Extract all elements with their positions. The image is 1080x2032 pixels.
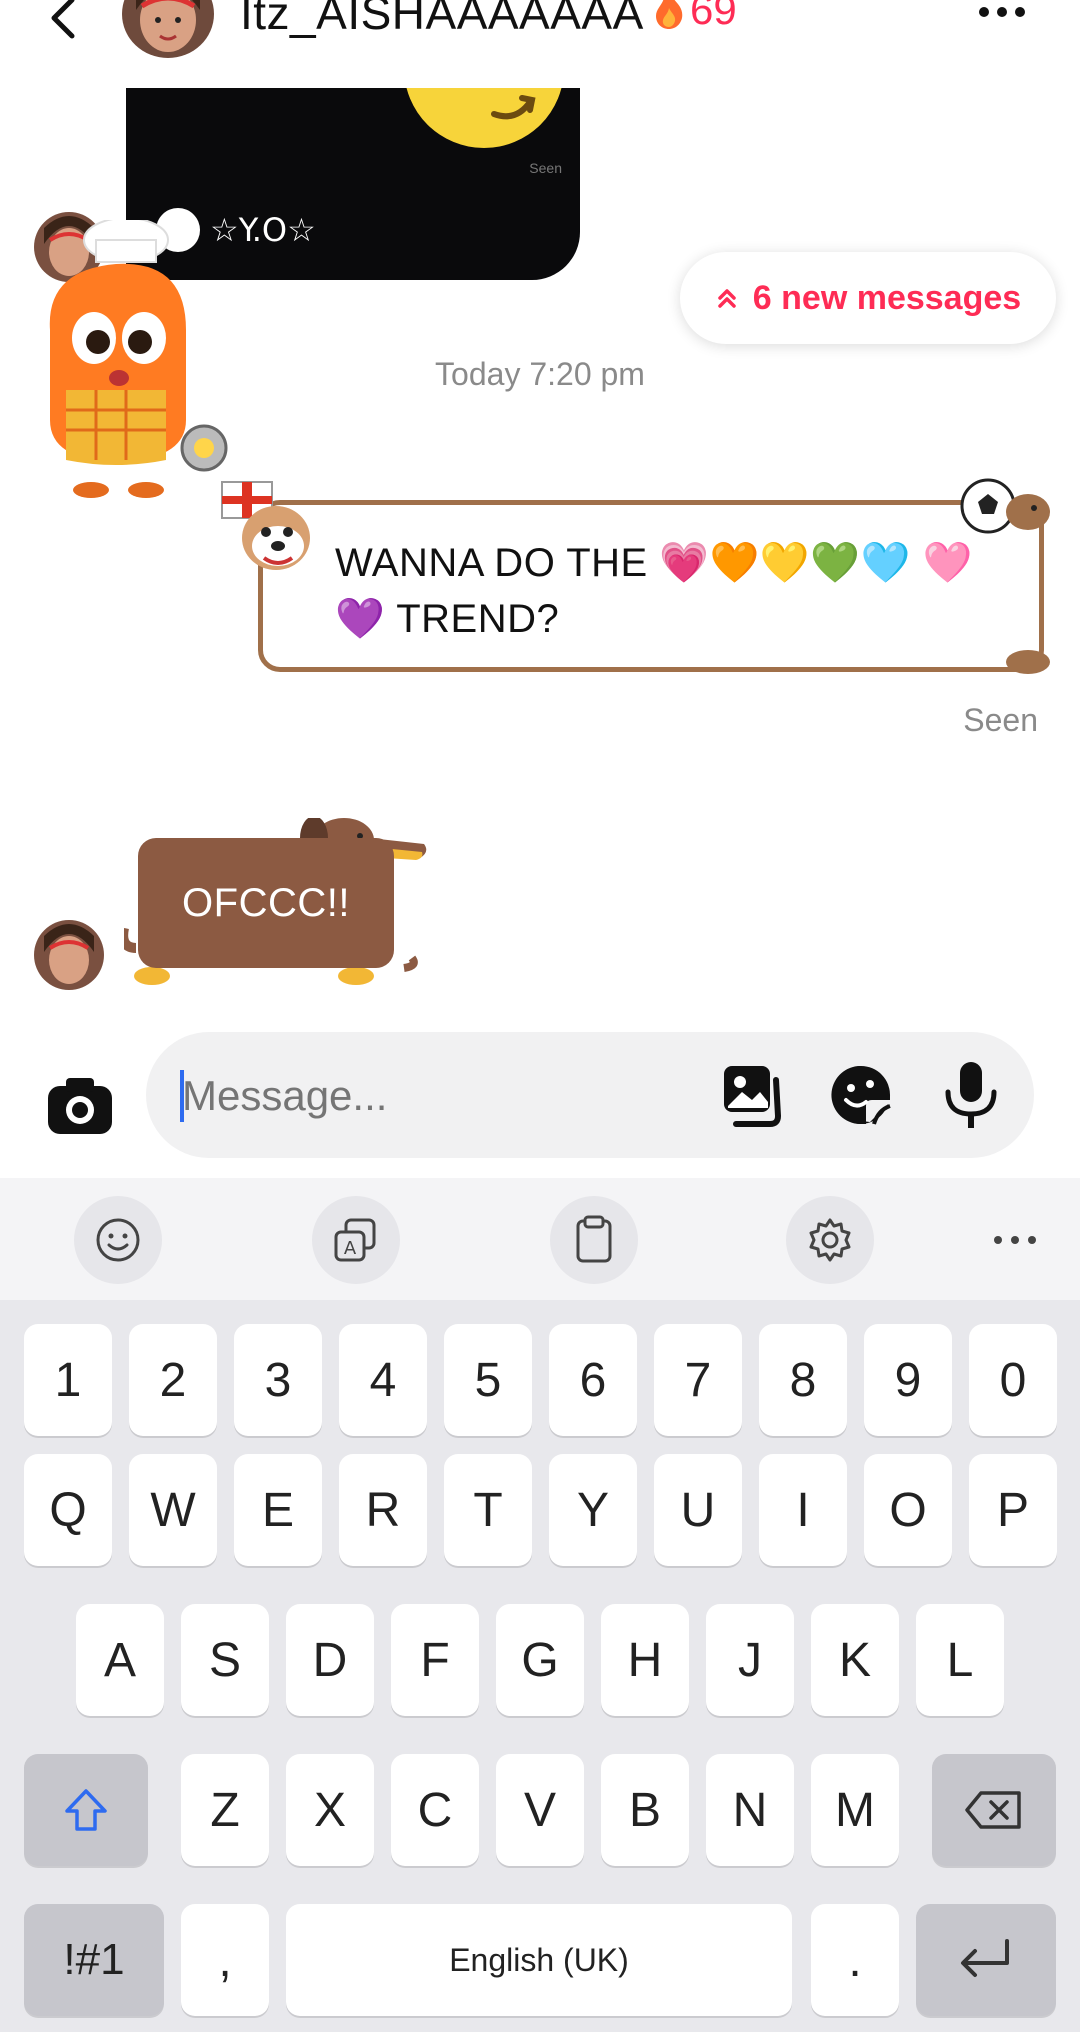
video-seen-label: Seen	[529, 160, 562, 176]
comma-key[interactable]: ,	[181, 1904, 269, 2016]
sticker-button[interactable]	[826, 1060, 896, 1130]
gear-icon	[809, 1218, 851, 1262]
translate-button[interactable]: A	[312, 1196, 400, 1284]
chevron-left-icon	[51, 0, 75, 39]
more-options-button[interactable]	[970, 0, 1034, 30]
translate-icon: A	[334, 1218, 376, 1262]
key-8[interactable]: 8	[759, 1324, 847, 1436]
key-s[interactable]: S	[181, 1604, 269, 1716]
key-k[interactable]: K	[811, 1604, 899, 1716]
streak-count: 69	[690, 0, 737, 33]
flame-icon	[656, 0, 683, 29]
message-list[interactable]: Seen ☆Y.O☆ 6 new messages Today 7:20 pm …	[0, 80, 1080, 1030]
new-messages-pill[interactable]: 6 new messages	[680, 252, 1056, 344]
arrow-icon	[491, 95, 536, 120]
clipboard-icon	[576, 1215, 612, 1263]
text-caret	[180, 1070, 184, 1122]
key-q[interactable]: Q	[24, 1454, 112, 1566]
symbols-key[interactable]: !#1	[24, 1904, 164, 2016]
double-chevron-up-icon	[718, 289, 736, 308]
received-message-bubble[interactable]: OFCCC!!	[138, 838, 394, 968]
seen-status: Seen	[963, 702, 1038, 738]
svg-text:A: A	[344, 1238, 357, 1259]
more-dots-icon	[979, 7, 1025, 17]
sent-message-text: WANNA DO THE 💗🧡💛💚🩵 🩷💜 TREND?	[335, 541, 973, 641]
key-3[interactable]: 3	[234, 1324, 322, 1436]
key-n[interactable]: N	[706, 1754, 794, 1866]
key-g[interactable]: G	[496, 1604, 584, 1716]
message-timestamp: Today 7:20 pm	[0, 356, 1080, 393]
new-messages-label: 6 new messages	[752, 278, 1022, 317]
key-j[interactable]: J	[706, 1604, 794, 1716]
key-5[interactable]: 5	[444, 1324, 532, 1436]
key-x[interactable]: X	[286, 1754, 374, 1866]
sticker-icon	[831, 1065, 891, 1125]
sent-message-bubble[interactable]: WANNA DO THE 💗🧡💛💚🩵 🩷💜 TREND?	[258, 500, 1044, 672]
key-o[interactable]: O	[864, 1454, 952, 1566]
key-r[interactable]: R	[339, 1454, 427, 1566]
dm-screen: Itz_AISHAAAAAAA 69 Seen ☆Y.O☆ 6 new mess…	[0, 0, 1080, 2032]
microphone-button[interactable]	[936, 1058, 1006, 1132]
timestamp-text: Today 7:20 pm	[435, 356, 645, 392]
key-1[interactable]: 1	[24, 1324, 112, 1436]
key-p[interactable]: P	[969, 1454, 1057, 1566]
key-0[interactable]: 0	[969, 1324, 1057, 1436]
microphone-icon	[945, 1062, 997, 1128]
key-c[interactable]: C	[391, 1754, 479, 1866]
on-screen-keyboard: A 1 2 3 4 5 6 7 8 9 0 Q W E R T Y U I O …	[0, 1178, 1080, 2032]
gallery-icon	[724, 1066, 782, 1127]
contact-avatar-small[interactable]	[34, 920, 104, 990]
contact-username[interactable]: Itz_AISHAAAAAAA	[240, 0, 644, 40]
key-v[interactable]: V	[496, 1754, 584, 1866]
message-composer	[0, 1028, 1080, 1178]
enter-arrow-icon	[961, 1939, 1009, 1977]
key-y[interactable]: Y	[549, 1454, 637, 1566]
key-a[interactable]: A	[76, 1604, 164, 1716]
period-key[interactable]: .	[811, 1904, 899, 2016]
streak-counter: 69	[652, 0, 737, 34]
emoji-button[interactable]	[74, 1196, 162, 1284]
key-9[interactable]: 9	[864, 1324, 952, 1436]
key-w[interactable]: W	[129, 1454, 217, 1566]
chat-header: Itz_AISHAAAAAAA 69	[0, 0, 1080, 80]
key-d[interactable]: D	[286, 1604, 374, 1716]
key-b[interactable]: B	[601, 1754, 689, 1866]
smiley-icon	[96, 1218, 140, 1262]
soccer-dog-icon	[960, 478, 1050, 674]
key-l[interactable]: L	[916, 1604, 1004, 1716]
key-7[interactable]: 7	[654, 1324, 742, 1436]
more-dots-icon	[994, 1236, 1036, 1244]
shift-arrow-icon	[65, 1789, 107, 1831]
message-input-container	[146, 1032, 1034, 1158]
key-m[interactable]: M	[811, 1754, 899, 1866]
received-message-text: OFCCC!!	[182, 880, 350, 925]
keyboard-toolbar: A	[0, 1178, 1080, 1300]
message-input[interactable]	[182, 1066, 702, 1126]
camera-icon	[48, 1078, 112, 1134]
key-t[interactable]: T	[444, 1454, 532, 1566]
backspace-icon	[965, 1791, 1021, 1829]
key-4[interactable]: 4	[339, 1324, 427, 1436]
clipboard-button[interactable]	[550, 1196, 638, 1284]
backspace-key[interactable]	[932, 1754, 1056, 1866]
key-2[interactable]: 2	[129, 1324, 217, 1436]
key-h[interactable]: H	[601, 1604, 689, 1716]
key-f[interactable]: F	[391, 1604, 479, 1716]
camera-button[interactable]	[40, 1064, 120, 1144]
key-e[interactable]: E	[234, 1454, 322, 1566]
bulldog-icon	[221, 481, 310, 570]
shift-key[interactable]	[24, 1754, 148, 1866]
enter-key[interactable]	[916, 1904, 1056, 2016]
gallery-button[interactable]	[716, 1060, 786, 1130]
contact-avatar[interactable]	[122, 0, 214, 58]
key-6[interactable]: 6	[549, 1324, 637, 1436]
key-z[interactable]: Z	[181, 1754, 269, 1866]
toolbar-more-button[interactable]	[980, 1210, 1050, 1270]
key-u[interactable]: U	[654, 1454, 742, 1566]
back-button[interactable]	[40, 0, 90, 44]
key-i[interactable]: I	[759, 1454, 847, 1566]
space-bar[interactable]: English (UK)	[286, 1904, 792, 2016]
settings-button[interactable]	[786, 1196, 874, 1284]
